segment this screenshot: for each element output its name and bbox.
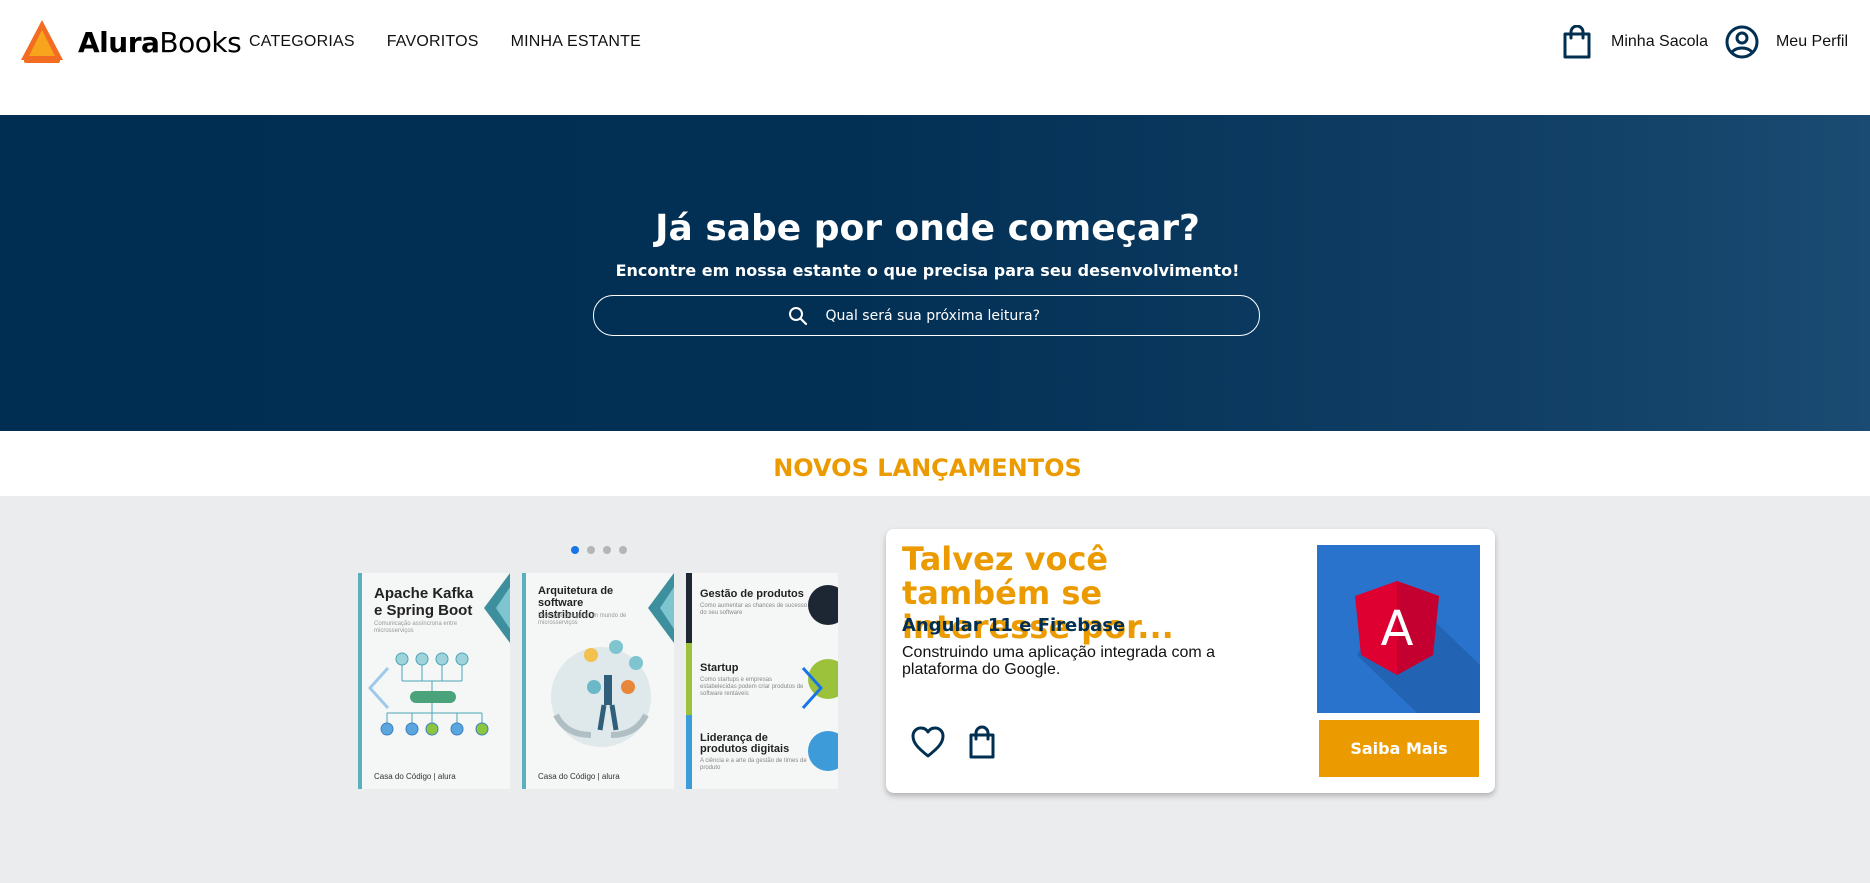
angular-logo-icon: A — [1355, 581, 1480, 713]
book-section-desc: A ciência e a arte da gestão de times de… — [700, 758, 807, 771]
book-title: Apache Kafka e Spring Boot — [374, 585, 474, 619]
user-nav: Minha Sacola Meu Perfil — [1559, 24, 1848, 60]
search-input[interactable] — [825, 307, 1046, 324]
book-section-desc: Como startups e empresas estabelecidas p… — [700, 677, 804, 697]
launches-title: NOVOS LANÇAMENTOS — [773, 454, 1082, 482]
nav-favoritos[interactable]: FAVORITOS — [387, 33, 479, 51]
logo-text: AluraBooks — [78, 25, 242, 59]
profile-label: Meu Perfil — [1775, 33, 1848, 50]
book-brand: Casa do Código | alura — [374, 772, 456, 781]
shopping-bag-icon[interactable] — [968, 725, 996, 759]
logo-icon — [21, 20, 63, 63]
carousel-dots — [571, 546, 627, 554]
book-stripe — [686, 715, 692, 789]
bag-label: Minha Sacola — [1611, 33, 1708, 50]
logo[interactable]: AluraBooks — [21, 20, 242, 64]
nav-categorias[interactable]: CATEGORIAS — [249, 33, 355, 51]
bag-icon — [1559, 24, 1595, 60]
profile-icon — [1724, 24, 1760, 60]
chevron-left-icon[interactable] — [366, 665, 392, 711]
logo-text-bold: Alura — [78, 25, 160, 59]
launches-header: NOVOS LANÇAMENTOS — [0, 431, 1870, 496]
book-section-title: Startup — [700, 662, 739, 674]
book-subtitle: Comunicação assíncrona entre microsservi… — [374, 621, 458, 634]
saiba-mais-button[interactable]: Saiba Mais — [1319, 720, 1479, 777]
book-section: Startup Como startups e empresas estabel… — [700, 663, 810, 698]
logo-text-light: Books — [159, 25, 242, 59]
search-icon — [788, 306, 807, 325]
book-section-title: Gestão de produtos — [700, 588, 804, 600]
carousel-dot-4[interactable] — [619, 546, 627, 554]
book-stripe — [686, 643, 692, 715]
main-nav: CATEGORIAS FAVORITOS MINHA ESTANTE — [249, 33, 673, 51]
card-actions — [910, 725, 996, 759]
book-stripe — [686, 573, 692, 643]
nav-minha-estante[interactable]: MINHA ESTANTE — [511, 33, 641, 51]
heart-icon[interactable] — [910, 725, 946, 759]
book-cover-arquitetura[interactable]: Arquitetura de software distribuído Boas… — [522, 573, 674, 789]
book-illustration-art — [551, 640, 651, 747]
hero-title: Já sabe por onde começar? — [655, 208, 1200, 249]
recommendation-book-title: Angular 11 e Firebase — [902, 615, 1126, 636]
carousel-dot-3[interactable] — [603, 546, 611, 554]
chevron-right-icon[interactable] — [799, 665, 825, 711]
top-header: AluraBooks CATEGORIAS FAVORITOS MINHA ES… — [0, 0, 1870, 115]
recommendation-description: Construindo uma aplicação integrada com … — [902, 644, 1216, 678]
cover-letter: A — [1381, 601, 1414, 657]
carousel-dot-1[interactable] — [571, 546, 579, 554]
hero-banner: Já sabe por onde começar? Encontre em no… — [0, 115, 1870, 431]
profile-link[interactable]: Meu Perfil — [1724, 24, 1848, 60]
recommendation-card: Talvez você também se interesse por... A… — [886, 529, 1495, 793]
bag-link[interactable]: Minha Sacola — [1559, 24, 1708, 60]
book-circle-art — [808, 731, 838, 771]
book-carousel: Apache Kafka e Spring Boot Comunicação a… — [358, 573, 838, 789]
book-section: Gestão de produtos Como aumentar as chan… — [700, 589, 810, 617]
search-box[interactable] — [593, 295, 1260, 336]
book-corner-art — [484, 573, 510, 643]
book-section-title: Liderança de produtos digitais — [700, 732, 790, 755]
book-circle-art — [808, 585, 838, 625]
book-section: Liderança de produtos digitais A ciência… — [700, 733, 810, 772]
hero-subtitle: Encontre em nossa estante o que precisa … — [615, 261, 1240, 280]
recommendation-cover[interactable]: A — [1317, 545, 1480, 713]
book-section-desc: Como aumentar as chances de sucesso do s… — [700, 603, 808, 616]
carousel-dot-2[interactable] — [587, 546, 595, 554]
book-brand: Casa do Código | alura — [538, 772, 620, 781]
